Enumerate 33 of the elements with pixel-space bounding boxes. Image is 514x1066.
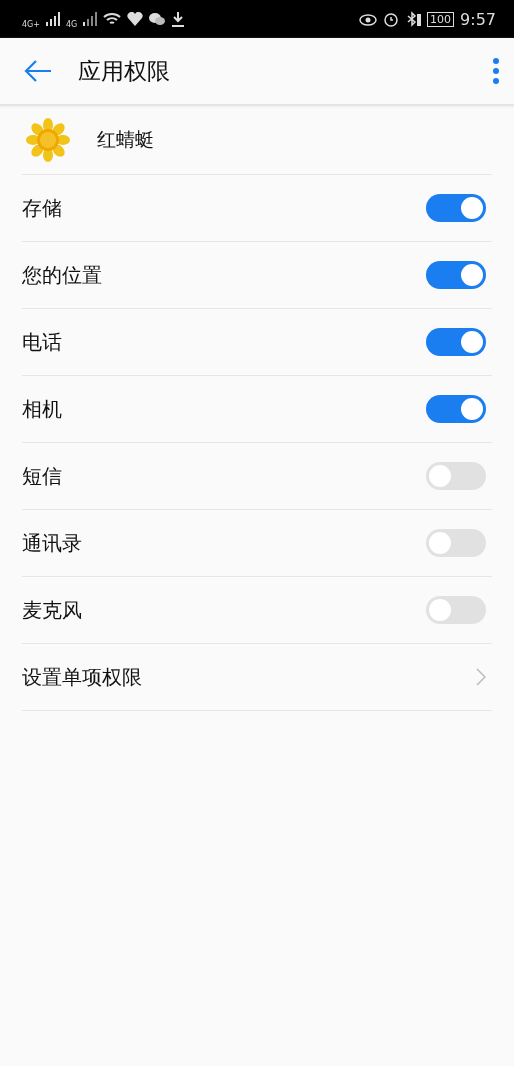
permission-label: 麦克风: [22, 596, 82, 624]
permission-label: 短信: [22, 462, 62, 490]
permission-label: 电话: [22, 328, 62, 356]
permission-label: 您的位置: [22, 261, 102, 289]
page-title: 应用权限: [78, 56, 170, 86]
signal-icon: [46, 12, 60, 26]
permission-label: 存储: [22, 194, 62, 222]
heart-icon: [127, 12, 144, 26]
eye-icon: [359, 12, 378, 26]
wifi-icon: [103, 12, 122, 26]
clock: 9:57: [460, 9, 496, 29]
alarm-icon: [383, 11, 400, 27]
download-icon: [171, 11, 186, 27]
permission-label: 通讯录: [22, 529, 82, 557]
more-icon[interactable]: [492, 57, 500, 85]
sunflower-icon: [26, 118, 70, 162]
back-icon[interactable]: [24, 59, 52, 83]
toggle-switch[interactable]: [426, 194, 486, 222]
toggle-switch[interactable]: [426, 261, 486, 289]
network-type: 4G+: [22, 20, 40, 29]
battery-level: 100: [427, 11, 455, 27]
permission-label: 相机: [22, 395, 62, 423]
chevron-icon: [476, 668, 486, 686]
app-name: 红蜻蜓: [97, 127, 154, 152]
toggle-switch[interactable]: [426, 596, 486, 624]
toggle-switch[interactable]: [426, 529, 486, 557]
toggle-switch[interactable]: [426, 462, 486, 490]
signal-icon: [83, 12, 98, 26]
toggle-switch[interactable]: [426, 328, 486, 356]
menu-item[interactable]: 设置单项权限: [22, 663, 142, 691]
network-type: 4G: [66, 20, 78, 29]
chat-icon: [149, 12, 166, 26]
toggle-switch[interactable]: [426, 395, 486, 423]
